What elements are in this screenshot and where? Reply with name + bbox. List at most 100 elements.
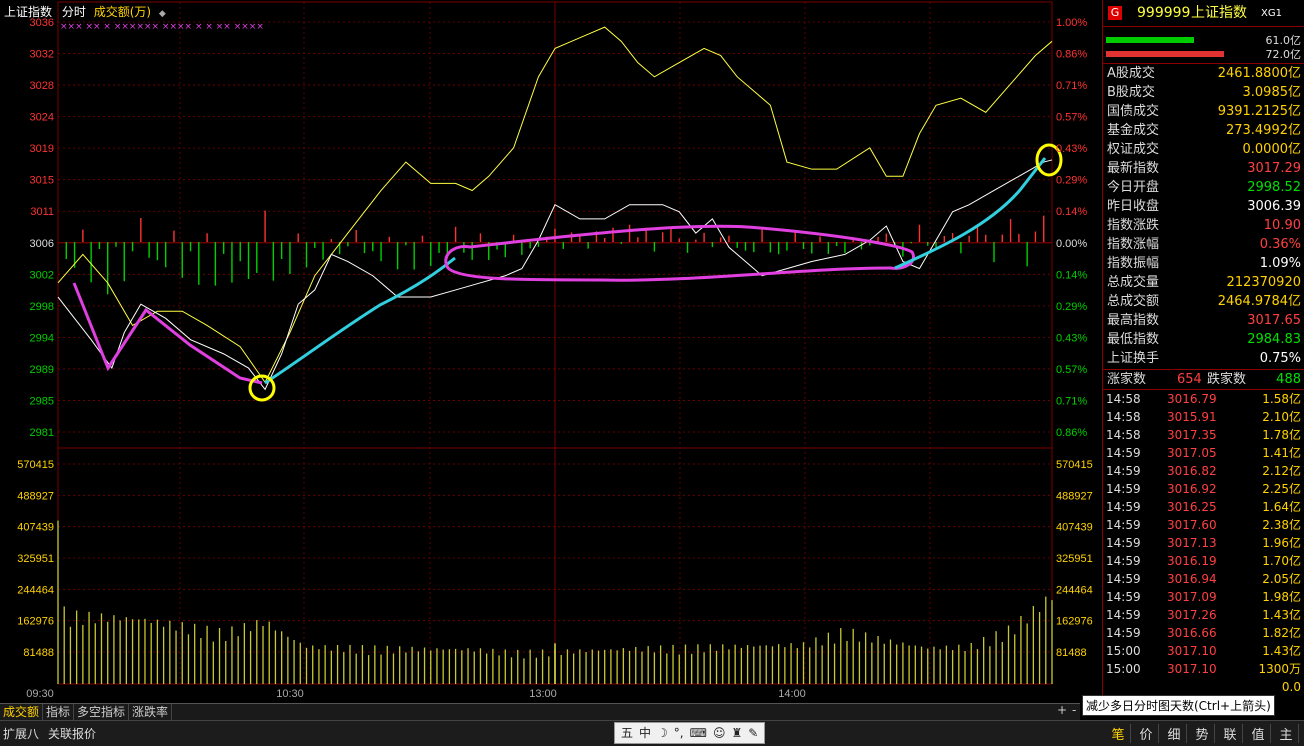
price-tick-label: 3006: [30, 238, 54, 250]
stock-name: 上证指数: [1191, 5, 1247, 21]
stat-row: 指数振幅 1.09%: [1103, 254, 1304, 273]
indicator-tab[interactable]: 多空指标: [74, 704, 130, 720]
stat-label: 最新指数: [1107, 161, 1160, 176]
tick-time: 14:59: [1106, 518, 1141, 532]
chart-indicator[interactable]: 成交额(万): [94, 5, 151, 19]
quote-side-panel: G 999999 上证指数 XG1 61.0亿 72.0亿 A股成交 2461.8…: [1102, 0, 1304, 703]
indicator-tab[interactable]: 成交额: [0, 704, 44, 720]
percent-tick-label: 0.29%: [1056, 175, 1087, 187]
stat-row: 指数涨跌 10.90: [1103, 216, 1304, 235]
panel-mode-button[interactable]: 细: [1162, 724, 1187, 743]
tick-amount: 2.05亿: [1262, 572, 1301, 586]
tick-price: 3015.91: [1167, 410, 1217, 424]
stat-label: 总成交量: [1107, 275, 1160, 290]
volume-tick-label: 488927: [17, 490, 54, 502]
stat-row: 最高指数 3017.65: [1103, 311, 1304, 330]
down-count: 488: [1276, 372, 1301, 387]
tab-plus-button[interactable]: +: [1057, 703, 1067, 717]
tick-row: 14:59 3016.94 2.05亿: [1103, 570, 1304, 588]
price-tick-label: 3011: [30, 206, 54, 218]
stat-value: 0.0000亿: [1242, 142, 1302, 157]
shirt-icon[interactable]: ♜: [731, 726, 742, 740]
stat-value: 3006.39: [1247, 199, 1301, 214]
tick-row: 14:59 3016.19 1.70亿: [1103, 552, 1304, 570]
stat-row: 国债成交 9391.2125亿: [1103, 102, 1304, 121]
panel-mode-button[interactable]: 笔: [1106, 724, 1131, 743]
indicator-tab[interactable]: 涨跌率: [129, 704, 173, 720]
time-label: 13:00: [529, 688, 557, 700]
indicator-tab[interactable]: 指标: [43, 704, 75, 720]
tick-amount: 1.78亿: [1262, 428, 1301, 442]
volume-tick-label: 244464: [17, 584, 54, 596]
intraday-chart[interactable]: 3036 1.00%3032 0.86%3028 0.71%3024 0.57%3019…: [0, 0, 1102, 703]
price-tick-label: 3019: [30, 143, 54, 155]
tick-amount: 1.82亿: [1262, 626, 1301, 640]
stat-value: 273.4992亿: [1225, 123, 1301, 138]
panel-mode-button[interactable]: 值: [1246, 724, 1271, 743]
wrench-icon[interactable]: ✎: [748, 726, 758, 740]
moon-icon[interactable]: ☽: [657, 726, 668, 740]
tick-price: 3017.35: [1167, 428, 1217, 442]
tick-time: 14:59: [1106, 500, 1141, 514]
up-down-arrows-icon[interactable]: ◆: [159, 9, 166, 19]
related-quote-tab[interactable]: 关联报价: [48, 725, 96, 742]
tick-amount: 1.43亿: [1262, 608, 1301, 622]
price-tick-label: 2998: [30, 301, 54, 313]
panel-mode-button[interactable]: 势: [1190, 724, 1215, 743]
time-label: 10:30: [276, 688, 304, 700]
price-tick-label: 3024: [30, 112, 54, 124]
annotation-pink-v: [72, 282, 263, 385]
price-tick-label: 2985: [30, 395, 54, 407]
tick-price: 3016.82: [1167, 464, 1217, 478]
tick-time: 14:59: [1106, 464, 1141, 478]
expand-eight-tab[interactable]: 扩展八: [3, 725, 39, 742]
tick-price: 3016.25: [1167, 500, 1217, 514]
percent-tick-label: 0.00%: [1056, 238, 1087, 250]
percent-tick-label: 0.14%: [1056, 206, 1087, 218]
tick-amount: 1.41亿: [1262, 446, 1301, 460]
tick-amount: 2.25亿: [1262, 482, 1301, 496]
time-label: 14:00: [778, 688, 806, 700]
price-tick-label: 3028: [30, 80, 54, 92]
up-count: 654: [1177, 372, 1202, 387]
chinese-mode-icon[interactable]: 中: [639, 726, 651, 740]
panel-mode-button[interactable]: 联: [1218, 724, 1243, 743]
tick-price: 3017.13: [1167, 536, 1217, 550]
tick-price: 3017.10: [1167, 662, 1217, 676]
percent-tick-label: 0.14%: [1056, 269, 1087, 281]
stat-value: 212370920: [1226, 275, 1301, 290]
stat-value: 3017.29: [1247, 161, 1301, 176]
stat-row: 权证成交 0.0000亿: [1103, 140, 1304, 159]
tab-minus-button[interactable]: -: [1072, 703, 1076, 717]
tick-price: 3016.66: [1167, 626, 1217, 640]
punctuation-icon[interactable]: °,: [674, 726, 684, 740]
keyboard-icon[interactable]: ⌨: [690, 726, 707, 740]
tick-price: 3017.60: [1167, 518, 1217, 532]
tick-price: 3016.92: [1167, 482, 1217, 496]
tick-row: 15:00 3017.10 1.43亿: [1103, 642, 1304, 660]
stat-label: 最高指数: [1107, 313, 1160, 328]
percent-tick-label: 1.00%: [1056, 17, 1087, 29]
chart-mode[interactable]: 分时: [62, 5, 86, 19]
panel-mode-button[interactable]: 价: [1134, 724, 1159, 743]
percent-tick-label: 0.57%: [1056, 364, 1087, 376]
stat-label: B股成交: [1107, 85, 1155, 100]
tick-price: 3016.19: [1167, 554, 1217, 568]
stat-label: A股成交: [1107, 66, 1155, 81]
indicator-tabs: 成交额 指标 多空指标 涨跌率: [0, 703, 1080, 720]
stat-row: 基金成交 273.4992亿: [1103, 121, 1304, 140]
stat-label: 指数振幅: [1107, 256, 1160, 271]
stats-list: A股成交 2461.8800亿 B股成交 3.0985亿 国债成交 9391.2125亿基…: [1103, 64, 1304, 370]
tick-time: 14:59: [1106, 536, 1141, 550]
percent-tick-label: 0.29%: [1056, 301, 1087, 313]
volume-tick-label-right: 407439: [1056, 522, 1093, 534]
tick-row: 14:59 3016.82 2.12亿: [1103, 462, 1304, 480]
stat-label: 昨日收盘: [1107, 199, 1160, 214]
last-tick-value-row: 0.0: [1103, 678, 1304, 696]
ime-box-icon[interactable]: 五: [621, 726, 633, 740]
tick-list[interactable]: 14:58 3016.79 1.58亿 14:58 3015.91 2.10亿 14:58 3…: [1103, 390, 1304, 678]
panel-mode-button[interactable]: 主: [1274, 724, 1299, 743]
annotation-cyan-rise: [264, 256, 456, 385]
tick-price: 3016.94: [1167, 572, 1217, 586]
user-icon[interactable]: ☺: [713, 726, 726, 740]
